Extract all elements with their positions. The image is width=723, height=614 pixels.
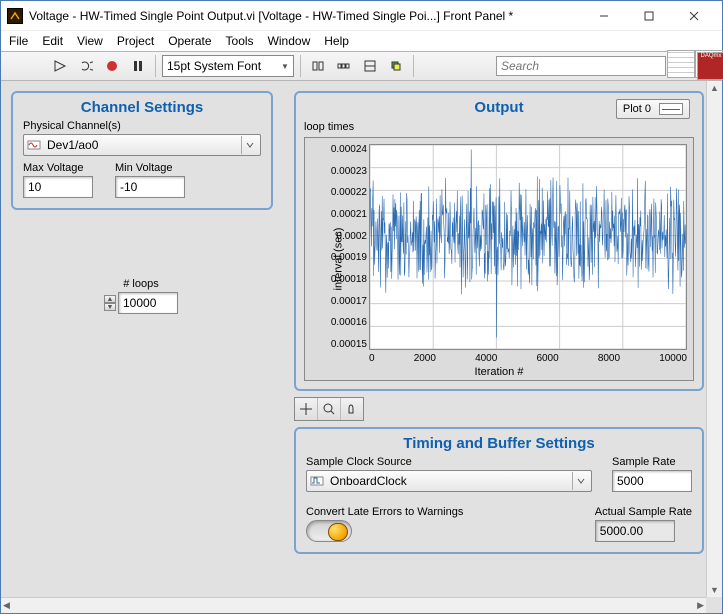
loops-field[interactable]: 10000 — [118, 292, 178, 314]
physical-channel-label: Physical Channel(s) — [23, 120, 261, 132]
physical-channel-combo[interactable]: Dev1/ao0 — [23, 134, 261, 156]
search-input[interactable] — [496, 56, 666, 76]
plot-sample-icon — [659, 103, 683, 115]
zoom-tool-icon[interactable] — [318, 398, 341, 420]
maximize-button[interactable] — [626, 2, 671, 30]
titlebar: Voltage - HW-Timed Single Point Output.v… — [1, 1, 722, 31]
connector-pane[interactable]: DAQmx — [667, 50, 723, 78]
app-icon — [7, 8, 23, 24]
channel-settings-title: Channel Settings — [23, 99, 261, 116]
plot-legend[interactable]: Plot 0 — [616, 99, 690, 119]
convert-errors-toggle[interactable] — [306, 520, 352, 542]
physical-channel-value: Dev1/ao0 — [45, 138, 237, 152]
window-buttons — [581, 2, 716, 30]
menu-project[interactable]: Project — [117, 34, 154, 48]
menu-file[interactable]: File — [9, 34, 28, 48]
pan-tool-icon[interactable] — [341, 398, 363, 420]
max-voltage-label: Max Voltage — [23, 162, 93, 174]
channel-settings-panel: Channel Settings Physical Channel(s) Dev… — [11, 91, 273, 210]
font-selector[interactable]: 15pt System Font ▼ — [162, 55, 294, 77]
cursor-tool-icon[interactable] — [295, 398, 318, 420]
menubar: File Edit View Project Operate Tools Win… — [1, 31, 722, 51]
channel-icon — [310, 474, 324, 488]
clock-source-value: OnboardClock — [328, 474, 568, 488]
menu-edit[interactable]: Edit — [42, 34, 63, 48]
convert-errors-label: Convert Late Errors to Warnings — [306, 506, 575, 518]
clock-source-combo[interactable]: OnboardClock — [306, 470, 592, 492]
min-voltage-field[interactable]: -10 — [115, 176, 185, 198]
output-panel: Output Plot 0 loop times interval (sec) … — [294, 91, 704, 391]
chart-xticks: 0200040006000800010000 — [369, 353, 687, 364]
pause-button[interactable] — [127, 55, 149, 77]
run-button[interactable] — [49, 55, 71, 77]
chart[interactable]: interval (sec) 0.000240.000230.000220.00… — [304, 137, 694, 381]
chevron-down-icon — [572, 472, 588, 490]
font-selector-label: 15pt System Font — [167, 59, 261, 73]
chart-yticks: 0.000240.000230.000220.000210.00020.0001… — [319, 144, 367, 350]
chevron-down-icon — [241, 136, 257, 154]
loops-label: # loops — [104, 278, 178, 290]
reorder-button[interactable] — [385, 55, 407, 77]
max-voltage-field[interactable]: 10 — [23, 176, 93, 198]
actual-rate-label: Actual Sample Rate — [595, 506, 692, 518]
loops-spinner[interactable]: ▲▼ — [104, 295, 116, 311]
menu-operate[interactable]: Operate — [168, 34, 211, 48]
minimize-button[interactable] — [581, 2, 626, 30]
abort-button[interactable] — [101, 55, 123, 77]
menu-view[interactable]: View — [77, 34, 103, 48]
menu-help[interactable]: Help — [324, 34, 349, 48]
timing-title: Timing and Buffer Settings — [306, 435, 692, 452]
sample-rate-label: Sample Rate — [612, 456, 692, 468]
menu-tools[interactable]: Tools — [226, 34, 254, 48]
distribute-button[interactable] — [333, 55, 355, 77]
min-voltage-label: Min Voltage — [115, 162, 185, 174]
run-continuously-button[interactable] — [75, 55, 97, 77]
front-panel[interactable]: Channel Settings Physical Channel(s) Dev… — [1, 81, 722, 613]
actual-rate-indicator: 5000.00 — [595, 520, 675, 542]
window-title: Voltage - HW-Timed Single Point Output.v… — [29, 9, 581, 23]
menu-window[interactable]: Window — [268, 34, 311, 48]
horizontal-scrollbar[interactable]: ◀▶ — [1, 597, 706, 613]
vertical-scrollbar[interactable]: ▲▼ — [706, 81, 722, 597]
close-button[interactable] — [671, 2, 716, 30]
loops-control: # loops ▲▼ 10000 — [104, 278, 178, 314]
resize-button[interactable] — [359, 55, 381, 77]
channel-icon — [27, 138, 41, 152]
plot-legend-label: Plot 0 — [623, 103, 651, 115]
toolbar: 15pt System Font ▼ ? DAQmx — [1, 51, 722, 81]
app-window: Voltage - HW-Timed Single Point Output.v… — [0, 0, 723, 614]
timing-settings-panel: Timing and Buffer Settings Sample Clock … — [294, 427, 704, 554]
align-button[interactable] — [307, 55, 329, 77]
clock-source-label: Sample Clock Source — [306, 456, 592, 468]
graph-palette[interactable] — [294, 397, 364, 421]
chart-xlabel: Iteration # — [305, 366, 693, 378]
chart-label: loop times — [304, 121, 354, 133]
sample-rate-field[interactable]: 5000 — [612, 470, 692, 492]
chart-plot-area — [369, 144, 687, 350]
